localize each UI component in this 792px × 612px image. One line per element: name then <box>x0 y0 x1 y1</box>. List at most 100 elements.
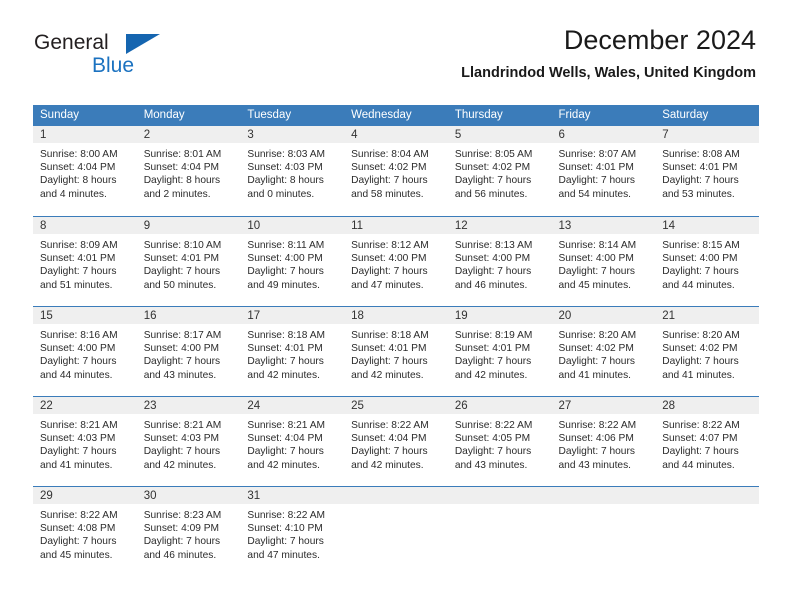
calendar-day[interactable]: 21 Sunrise: 8:20 AM Sunset: 4:02 PM Dayligh… <box>655 306 759 396</box>
calendar-day[interactable]: 11 Sunrise: 8:12 AM Sunset: 4:00 PM Dayligh… <box>344 216 448 306</box>
sunset-time: Sunset: 4:00 PM <box>247 253 323 265</box>
calendar-day[interactable]: 9 Sunrise: 8:10 AM Sunset: 4:01 PM Daylight… <box>136 216 241 306</box>
calendar-day[interactable]: 25 Sunrise: 8:22 AM Sunset: 4:04 PM Dayligh… <box>344 396 448 486</box>
calendar-day-cell: 3 Sunrise: 8:03 AM Sunset: 4:03 PM Daylight… <box>240 126 345 216</box>
calendar-day[interactable]: 3 Sunrise: 8:03 AM Sunset: 4:03 PM Daylight… <box>240 126 345 216</box>
daylight-duration: Daylight: 7 hours and 43 minutes. <box>143 356 221 381</box>
calendar-day[interactable]: 10 Sunrise: 8:11 AM Sunset: 4:00 PM Dayligh… <box>240 216 345 306</box>
calendar-day-cell: 4 Sunrise: 8:04 AM Sunset: 4:02 PM Daylight… <box>344 126 448 216</box>
day-details: Sunrise: 8:09 AM Sunset: 4:01 PM Daylight:… <box>33 234 137 292</box>
calendar-day-empty <box>551 486 656 576</box>
calendar-day[interactable]: 18 Sunrise: 8:18 AM Sunset: 4:01 PM Dayligh… <box>344 306 448 396</box>
calendar-day[interactable]: 30 Sunrise: 8:23 AM Sunset: 4:09 PM Dayligh… <box>136 486 241 576</box>
day-number: 29 <box>33 487 137 504</box>
calendar-day[interactable]: 22 Sunrise: 8:21 AM Sunset: 4:03 PM Dayligh… <box>33 396 137 486</box>
day-details: Sunrise: 8:21 AM Sunset: 4:03 PM Daylight:… <box>33 414 137 472</box>
day-number: 15 <box>33 307 137 324</box>
calendar-day[interactable]: 2 Sunrise: 8:01 AM Sunset: 4:04 PM Daylight… <box>136 126 241 216</box>
calendar-day[interactable]: 15 Sunrise: 8:16 AM Sunset: 4:00 PM Dayligh… <box>33 306 137 396</box>
daylight-duration: Daylight: 7 hours and 49 minutes. <box>247 266 324 291</box>
title-block: December 2024 Llandrindod Wells, Wales, … <box>461 25 756 81</box>
calendar-day-cell: 7 Sunrise: 8:08 AM Sunset: 4:01 PM Daylight… <box>655 126 759 216</box>
calendar-day[interactable]: 1 Sunrise: 8:00 AM Sunset: 4:04 PM Daylight… <box>33 126 137 216</box>
daylight-duration: Daylight: 7 hours and 42 minutes. <box>351 356 428 381</box>
calendar-week-row: 15 Sunrise: 8:16 AM Sunset: 4:00 PM Dayligh… <box>33 306 759 396</box>
calendar-day[interactable]: 23 Sunrise: 8:21 AM Sunset: 4:03 PM Dayligh… <box>136 396 241 486</box>
calendar-day[interactable]: 28 Sunrise: 8:22 AM Sunset: 4:07 PM Dayligh… <box>655 396 759 486</box>
calendar-day[interactable]: 7 Sunrise: 8:08 AM Sunset: 4:01 PM Daylight… <box>655 126 759 216</box>
calendar-day-cell: 23 Sunrise: 8:21 AM Sunset: 4:03 PM Dayligh… <box>136 396 241 486</box>
day-number: 12 <box>447 217 552 234</box>
daylight-duration: Daylight: 7 hours and 51 minutes. <box>40 266 117 291</box>
sunset-time: Sunset: 4:05 PM <box>454 433 531 445</box>
day-number: 6 <box>551 126 656 143</box>
sunrise-time: Sunrise: 8:18 AM <box>247 330 325 341</box>
calendar-day[interactable]: 8 Sunrise: 8:09 AM Sunset: 4:01 PM Daylight… <box>33 216 137 306</box>
weekday-header-wednesday: Wednesday <box>344 105 448 126</box>
sunrise-time: Sunrise: 8:20 AM <box>662 330 740 341</box>
calendar-day[interactable]: 14 Sunrise: 8:15 AM Sunset: 4:00 PM Dayligh… <box>655 216 759 306</box>
calendar-week-row: 22 Sunrise: 8:21 AM Sunset: 4:03 PM Dayligh… <box>33 396 759 486</box>
calendar-day[interactable]: 13 Sunrise: 8:14 AM Sunset: 4:00 PM Dayligh… <box>551 216 656 306</box>
sunset-time: Sunset: 4:00 PM <box>662 253 738 265</box>
calendar-day[interactable]: 29 Sunrise: 8:22 AM Sunset: 4:08 PM Dayligh… <box>33 486 137 576</box>
day-details: Sunrise: 8:12 AM Sunset: 4:00 PM Daylight:… <box>344 234 448 292</box>
calendar-day-cell <box>344 486 448 576</box>
calendar-day[interactable]: 20 Sunrise: 8:20 AM Sunset: 4:02 PM Dayligh… <box>551 306 656 396</box>
calendar-day[interactable]: 5 Sunrise: 8:05 AM Sunset: 4:02 PM Daylight… <box>447 126 552 216</box>
calendar-day[interactable]: 4 Sunrise: 8:04 AM Sunset: 4:02 PM Daylight… <box>344 126 448 216</box>
calendar-day[interactable]: 19 Sunrise: 8:19 AM Sunset: 4:01 PM Dayligh… <box>447 306 552 396</box>
day-details: Sunrise: 8:11 AM Sunset: 4:00 PM Daylight:… <box>240 234 344 292</box>
sunset-time: Sunset: 4:01 PM <box>40 253 116 265</box>
day-number: 21 <box>655 307 759 324</box>
sunset-time: Sunset: 4:10 PM <box>247 523 323 535</box>
weekday-header-friday: Friday <box>551 105 656 126</box>
calendar-day[interactable]: 17 Sunrise: 8:18 AM Sunset: 4:01 PM Dayligh… <box>240 306 345 396</box>
day-details: Sunrise: 8:22 AM Sunset: 4:06 PM Daylight:… <box>552 414 656 472</box>
calendar-day[interactable]: 31 Sunrise: 8:22 AM Sunset: 4:10 PM Dayligh… <box>240 486 345 576</box>
weekday-header-saturday: Saturday <box>655 105 759 126</box>
page-subtitle: Llandrindod Wells, Wales, United Kingdom <box>461 64 756 81</box>
page-title: December 2024 <box>563 25 756 55</box>
sunrise-time: Sunrise: 8:12 AM <box>351 240 429 251</box>
logo-word-general: General <box>34 31 109 54</box>
sunrise-time: Sunrise: 8:22 AM <box>454 420 533 431</box>
day-number: 11 <box>344 217 448 234</box>
daylight-duration: Daylight: 7 hours and 42 minutes. <box>247 446 324 471</box>
calendar-day[interactable]: 16 Sunrise: 8:17 AM Sunset: 4:00 PM Dayligh… <box>136 306 241 396</box>
day-details: Sunrise: 8:22 AM Sunset: 4:07 PM Daylight:… <box>655 414 759 472</box>
sunset-time: Sunset: 4:00 PM <box>351 253 427 265</box>
calendar-day[interactable]: 27 Sunrise: 8:22 AM Sunset: 4:06 PM Dayligh… <box>551 396 656 486</box>
sunset-time: Sunset: 4:02 PM <box>558 343 634 355</box>
calendar-day-cell: 26 Sunrise: 8:22 AM Sunset: 4:05 PM Dayligh… <box>447 396 552 486</box>
sunrise-time: Sunrise: 8:13 AM <box>454 240 533 251</box>
sunset-time: Sunset: 4:09 PM <box>143 523 220 535</box>
day-details: Sunrise: 8:04 AM Sunset: 4:02 PM Daylight:… <box>344 143 448 201</box>
sunset-time: Sunset: 4:00 PM <box>143 343 220 355</box>
day-details: Sunrise: 8:21 AM Sunset: 4:03 PM Daylight:… <box>137 414 241 472</box>
sunrise-time: Sunrise: 8:22 AM <box>40 510 118 521</box>
day-number: 3 <box>240 126 345 143</box>
calendar-day[interactable]: 12 Sunrise: 8:13 AM Sunset: 4:00 PM Dayligh… <box>447 216 552 306</box>
sunrise-time: Sunrise: 8:17 AM <box>143 330 222 341</box>
sunrise-time: Sunrise: 8:09 AM <box>40 240 118 251</box>
calendar-day-cell: 25 Sunrise: 8:22 AM Sunset: 4:04 PM Dayligh… <box>344 396 448 486</box>
calendar-day[interactable]: 24 Sunrise: 8:21 AM Sunset: 4:04 PM Dayligh… <box>240 396 345 486</box>
day-details: Sunrise: 8:19 AM Sunset: 4:01 PM Daylight:… <box>448 324 552 382</box>
daylight-duration: Daylight: 7 hours and 44 minutes. <box>40 356 117 381</box>
calendar-day-cell: 9 Sunrise: 8:10 AM Sunset: 4:01 PM Daylight… <box>136 216 241 306</box>
sunrise-time: Sunrise: 8:04 AM <box>351 149 429 160</box>
day-details: Sunrise: 8:22 AM Sunset: 4:08 PM Daylight:… <box>33 504 137 562</box>
calendar-day[interactable]: 6 Sunrise: 8:07 AM Sunset: 4:01 PM Daylight… <box>551 126 656 216</box>
calendar-day-cell: 1 Sunrise: 8:00 AM Sunset: 4:04 PM Daylight… <box>33 126 137 216</box>
calendar-page: General Blue December 2024 Llandrindod W… <box>0 0 792 612</box>
day-number: 18 <box>344 307 448 324</box>
weekday-header-sunday: Sunday <box>33 105 137 126</box>
daylight-duration: Daylight: 7 hours and 45 minutes. <box>40 536 117 561</box>
calendar-day[interactable]: 26 Sunrise: 8:22 AM Sunset: 4:05 PM Dayligh… <box>447 396 552 486</box>
daylight-duration: Daylight: 7 hours and 42 minutes. <box>247 356 324 381</box>
sunset-time: Sunset: 4:02 PM <box>351 162 427 174</box>
day-details: Sunrise: 8:08 AM Sunset: 4:01 PM Daylight:… <box>655 143 759 201</box>
daylight-duration: Daylight: 7 hours and 41 minutes. <box>40 446 117 471</box>
weekday-header-tuesday: Tuesday <box>240 105 345 126</box>
